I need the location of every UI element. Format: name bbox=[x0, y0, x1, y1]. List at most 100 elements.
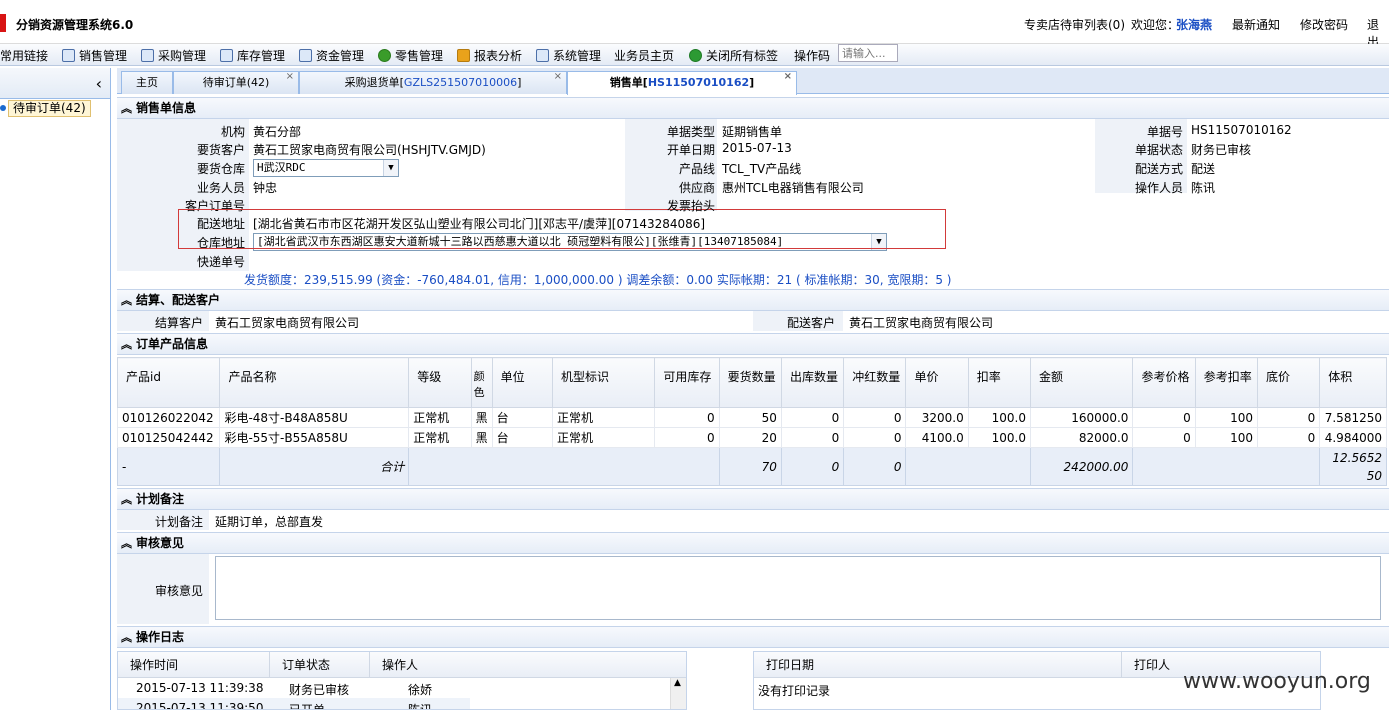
watermark: www.wooyun.org bbox=[1183, 669, 1371, 694]
cell-order-qty: 20 bbox=[718, 427, 782, 448]
menu-close-all-tabs[interactable]: 关闭所有标签 bbox=[689, 47, 778, 63]
section-plan-note[interactable]: ︽ 计划备注 bbox=[117, 488, 1389, 510]
table-row[interactable]: 010126022042 彩电-48寸-B48A858U 正常机 黑 台 正常机… bbox=[117, 407, 1387, 428]
menu-retail[interactable]: 零售管理 bbox=[378, 47, 443, 63]
column-header[interactable]: 金额 bbox=[1029, 357, 1134, 408]
tab-sales-order[interactable]: 销售单[HS11507010162] × bbox=[567, 71, 797, 95]
menu-opcode: 操作码 bbox=[794, 47, 830, 63]
cell-operator: 陈讯 bbox=[408, 703, 433, 710]
table-row[interactable]: 2015-07-13 11:39:50 已开单 陈讯 bbox=[118, 698, 470, 710]
section-products[interactable]: ︽ 订单产品信息 bbox=[117, 333, 1389, 355]
notice-link[interactable]: 最新通知 bbox=[1232, 16, 1280, 33]
opcode-input[interactable] bbox=[838, 44, 898, 62]
tab-label-suffix: ] bbox=[749, 76, 755, 89]
pending-list-link[interactable]: 专卖店待审列表(0) bbox=[1024, 16, 1125, 33]
sum-empty bbox=[905, 447, 1031, 486]
tab-purchase-return[interactable]: 采购退货单[GZLS251507010006] × bbox=[299, 71, 567, 94]
cell-stock: 0 bbox=[654, 427, 720, 448]
no-print-record: 没有打印记录 bbox=[758, 684, 831, 698]
column-header[interactable]: 产品名称 bbox=[219, 357, 410, 408]
column-header[interactable]: 参考扣率 bbox=[1194, 357, 1258, 408]
column-header[interactable]: 操作时间 bbox=[118, 652, 270, 678]
bill-type-label: 单据类型 bbox=[666, 125, 715, 139]
close-icon[interactable]: × bbox=[554, 66, 562, 88]
column-header[interactable]: 等级 bbox=[408, 357, 472, 408]
tab-label: 主页 bbox=[136, 76, 158, 89]
log-scrollbar[interactable]: ▲ bbox=[670, 678, 686, 709]
change-password-link[interactable]: 修改密码 bbox=[1300, 16, 1348, 33]
sales-order-panel: ︽ 销售单信息 机构 黄石分部 要货客户 黄石工贸家电商贸有限公司(HSHJTV.… bbox=[117, 95, 1389, 710]
table-row[interactable]: 010125042442 彩电-55寸-B55A858U 正常机 黑 台 正常机… bbox=[117, 427, 1387, 448]
menu-label: 操作码 bbox=[794, 48, 831, 63]
column-header[interactable]: 可用库存 bbox=[654, 357, 720, 408]
menu-reports[interactable]: 报表分析 bbox=[457, 47, 522, 63]
column-header[interactable]: 颜色 bbox=[470, 357, 493, 408]
column-header[interactable]: 打印日期 bbox=[754, 652, 1122, 678]
scroll-up-icon[interactable]: ▲ bbox=[674, 678, 681, 688]
tree-item-pending-orders[interactable]: 待审订单(42) bbox=[8, 100, 91, 117]
sum-amount: 242000.00 bbox=[1029, 447, 1134, 486]
section-order-info[interactable]: ︽ 销售单信息 bbox=[117, 97, 1389, 119]
cell-model-flag: 正常机 bbox=[551, 407, 656, 428]
cell-product-id: 010126022042 bbox=[117, 407, 221, 428]
menu-purchase[interactable]: 采购管理 bbox=[141, 47, 206, 63]
menu-label: 业务员主页 bbox=[614, 48, 675, 63]
table-row[interactable]: 2015-07-13 11:39:38 财务已审核 徐娇 bbox=[118, 678, 470, 698]
column-header[interactable]: 参考价格 bbox=[1132, 357, 1196, 408]
product-table: 产品id 产品名称 等级 颜色 单位 机型标识 可用库存 要货数量 出库数量 冲… bbox=[117, 357, 1387, 486]
cell-price: 4100.0 bbox=[905, 427, 969, 448]
collapse-chevron-icon: ︽ bbox=[121, 102, 132, 115]
menu-system[interactable]: 系统管理 bbox=[536, 47, 601, 63]
warehouse-selected: H武汉RDC bbox=[257, 161, 306, 174]
credit-summary: 发货额度：239,515.99 (资金：-760,484.01, 信用：1,00… bbox=[244, 273, 952, 287]
cell-volume: 7.581250 bbox=[1319, 407, 1387, 428]
cell-product-id: 010125042442 bbox=[117, 427, 221, 448]
cell-unit: 台 bbox=[491, 407, 553, 428]
close-icon[interactable]: × bbox=[286, 66, 294, 88]
column-header[interactable]: 底价 bbox=[1256, 357, 1321, 408]
menu-common-links[interactable]: 常用链接 bbox=[0, 47, 48, 63]
menu-label: 报表分析 bbox=[474, 48, 523, 63]
system-icon bbox=[536, 48, 549, 62]
menu-sales[interactable]: 销售管理 bbox=[62, 47, 127, 63]
column-header[interactable]: 单位 bbox=[491, 357, 553, 408]
sum-label: 合计 bbox=[219, 447, 410, 486]
menu-inventory[interactable]: 库存管理 bbox=[220, 47, 285, 63]
sum-empty bbox=[408, 447, 720, 486]
column-header[interactable]: 订单状态 bbox=[270, 652, 370, 678]
column-header[interactable]: 出库数量 bbox=[780, 357, 845, 408]
sum-dash: - bbox=[117, 447, 221, 486]
column-header[interactable]: 操作人 bbox=[370, 652, 686, 678]
section-operation-log[interactable]: ︽ 操作日志 bbox=[117, 626, 1389, 648]
user-name[interactable]: 张海燕 bbox=[1176, 16, 1212, 33]
column-header[interactable]: 扣率 bbox=[967, 357, 1032, 408]
column-header[interactable]: 体积 bbox=[1319, 357, 1387, 408]
section-title: 订单产品信息 bbox=[136, 337, 209, 351]
cell-ref-price: 0 bbox=[1132, 407, 1196, 428]
menu-label: 关闭所有标签 bbox=[706, 48, 779, 63]
section-audit[interactable]: ︽ 审核意见 bbox=[117, 532, 1389, 554]
tab-code: HS11507010162 bbox=[647, 76, 750, 89]
close-icon[interactable]: × bbox=[784, 66, 792, 88]
column-header[interactable]: 冲红数量 bbox=[843, 357, 907, 408]
warehouse-select[interactable]: H武汉RDC ▼ bbox=[253, 159, 399, 177]
cell-status: 财务已审核 bbox=[289, 683, 350, 697]
menu-salesman-home[interactable]: 业务员主页 bbox=[614, 47, 674, 63]
tab-home[interactable]: 主页 bbox=[121, 71, 173, 94]
collapse-chevron-icon: ︽ bbox=[121, 338, 132, 351]
column-header[interactable]: 机型标识 bbox=[551, 357, 656, 408]
menu-funds[interactable]: 资金管理 bbox=[299, 47, 364, 63]
org-label: 机构 bbox=[220, 125, 245, 139]
supplier-label: 供应商 bbox=[678, 181, 715, 195]
tab-pending-orders[interactable]: 待审订单(42) × bbox=[173, 71, 299, 94]
column-header[interactable]: 产品id bbox=[117, 357, 221, 408]
invoice-label: 发票抬头 bbox=[666, 199, 715, 213]
settle-customer-label: 结算客户 bbox=[154, 316, 203, 330]
section-settlement[interactable]: ︽ 结算、配送客户 bbox=[117, 289, 1389, 311]
column-header[interactable]: 单价 bbox=[905, 357, 969, 408]
retail-icon bbox=[378, 48, 391, 62]
cell-out-qty: 0 bbox=[780, 407, 845, 428]
collapse-chevron-icon[interactable]: ‹ bbox=[96, 74, 102, 93]
audit-textarea[interactable] bbox=[215, 556, 1381, 620]
column-header[interactable]: 要货数量 bbox=[718, 357, 782, 408]
